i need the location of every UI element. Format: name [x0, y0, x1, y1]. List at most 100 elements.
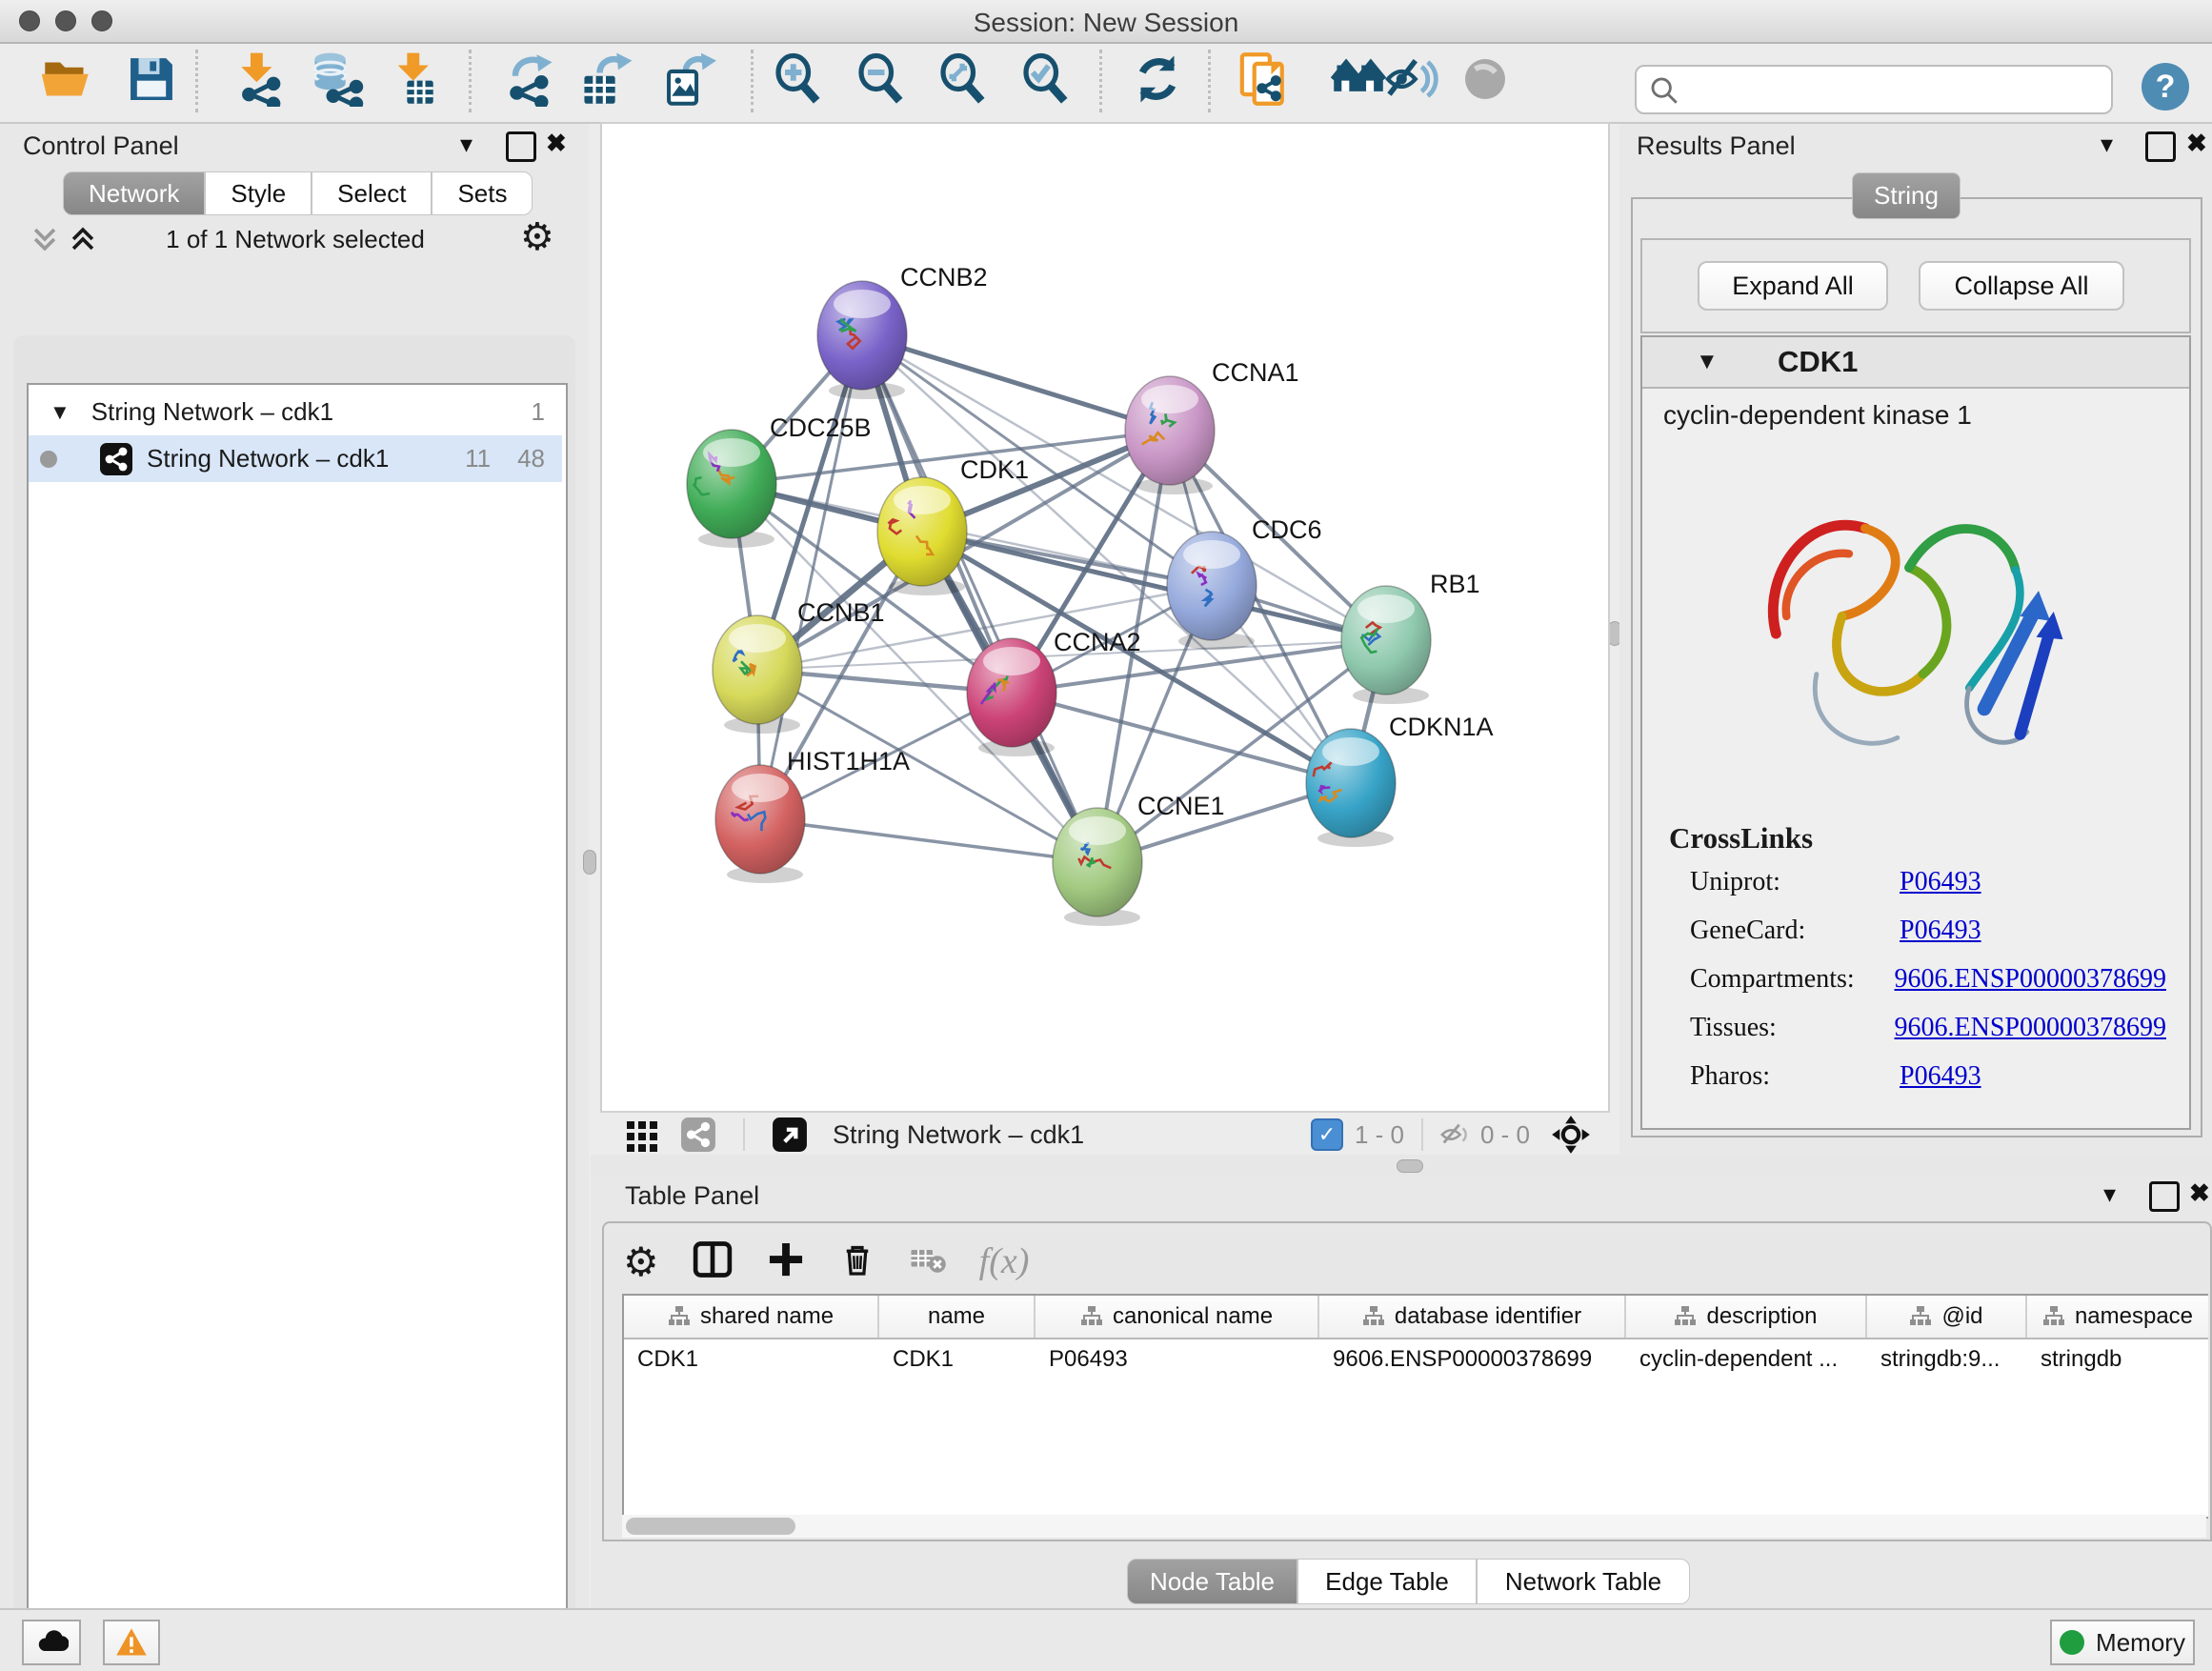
network-node-CCNE1[interactable] — [1053, 808, 1142, 926]
network-node-HIST1H1A[interactable] — [715, 765, 805, 883]
column-header-database-identifier[interactable]: database identifier — [1319, 1296, 1626, 1338]
column-header-canonical-name[interactable]: canonical name — [1036, 1296, 1319, 1338]
open-session-icon[interactable] — [39, 50, 94, 109]
table-cell[interactable]: cyclin-dependent ... — [1626, 1339, 1867, 1379]
save-session-icon[interactable] — [124, 50, 179, 109]
table-panel-close-icon[interactable]: ✖ — [2189, 1178, 2210, 1208]
tab-network[interactable]: Network — [63, 171, 205, 215]
crosslink-link[interactable]: 9606.ENSP00000378699 — [1895, 1013, 2166, 1043]
table-cell[interactable]: P06493 — [1036, 1339, 1319, 1379]
delete-column-icon[interactable] — [838, 1240, 876, 1283]
collection-expand-icon[interactable]: ▼ — [50, 400, 70, 425]
expand-all-networks-icon[interactable] — [67, 223, 99, 260]
table-panel-menu-icon[interactable]: ▾ — [2103, 1179, 2116, 1209]
show-columns-icon[interactable] — [692, 1238, 734, 1285]
help-button[interactable]: ? — [2142, 63, 2189, 111]
left-splitter-handle[interactable] — [583, 850, 596, 875]
export-network-icon[interactable] — [503, 50, 558, 109]
network-node-count: 11 — [465, 444, 491, 473]
expand-all-button[interactable]: Expand All — [1698, 261, 1888, 311]
network-node-CDC25B[interactable] — [687, 430, 776, 548]
zoom-out-icon[interactable] — [854, 50, 909, 109]
column-header-description[interactable]: description — [1626, 1296, 1867, 1338]
gene-collapse-icon[interactable]: ▼ — [1696, 349, 1719, 375]
network-row[interactable]: String Network – cdk1 11 48 — [29, 435, 562, 482]
string-import-icon[interactable] — [1237, 50, 1293, 109]
network-options-gear-icon[interactable]: ⚙ — [520, 215, 554, 259]
network-edge-CCNB2-CCNA1[interactable] — [862, 335, 1170, 431]
refresh-icon[interactable] — [1130, 50, 1185, 109]
gene-details-box: ▼ CDK1 cyclin-dependent kinase 1 Cross — [1640, 335, 2191, 1130]
selected-checkbox-icon[interactable]: ✓ — [1311, 1118, 1343, 1151]
fit-content-crosshair-icon[interactable] — [1551, 1115, 1591, 1155]
grid-view-icon[interactable] — [625, 1117, 659, 1152]
import-network-icon[interactable] — [231, 50, 286, 109]
control-panel-close-icon[interactable]: ✖ — [546, 129, 567, 158]
tab-sets[interactable]: Sets — [432, 171, 533, 215]
tab-edge-table[interactable]: Edge Table — [1297, 1559, 1477, 1604]
network-collection-row[interactable]: ▼ String Network – cdk1 1 — [29, 389, 562, 435]
table-horizontal-scrollbar[interactable] — [622, 1515, 2206, 1538]
column-header-shared-name[interactable]: shared name — [624, 1296, 879, 1338]
control-panel-float-icon[interactable] — [506, 131, 536, 162]
tab-network-table[interactable]: Network Table — [1477, 1559, 1690, 1604]
table-cell[interactable]: stringdb:9... — [1867, 1339, 2027, 1379]
control-panel-menu-icon[interactable]: ▾ — [460, 130, 473, 159]
horizontal-splitter-handle[interactable] — [1397, 1159, 1423, 1173]
results-panel-close-icon[interactable]: ✖ — [2186, 129, 2207, 158]
table-cell[interactable]: 9606.ENSP00000378699 — [1319, 1339, 1626, 1379]
birds-eye-view-icon[interactable] — [1458, 50, 1513, 109]
export-table-icon[interactable] — [578, 50, 633, 109]
table-row[interactable]: CDK1CDK1P064939606.ENSP00000378699cyclin… — [624, 1339, 2208, 1379]
network-canvas[interactable]: CCNB2CCNA1CDC25BCDK1CDC6RB1CCNB1CCNA2CDK… — [602, 124, 1608, 1111]
network-overview-icon[interactable] — [680, 1117, 716, 1153]
crosslink-link[interactable]: P06493 — [1900, 916, 1981, 946]
memory-button[interactable]: Memory — [2050, 1620, 2195, 1665]
string-home-icon[interactable] — [1331, 50, 1386, 109]
column-header-namespace[interactable]: namespace — [2027, 1296, 2208, 1338]
import-table-icon[interactable] — [389, 50, 444, 109]
network-node-CCNA1[interactable] — [1125, 376, 1215, 494]
network-edge-CCNB2-CCNE1[interactable] — [862, 335, 1097, 862]
table-cell[interactable]: CDK1 — [624, 1339, 879, 1379]
tab-style[interactable]: Style — [205, 171, 312, 215]
network-node-RB1[interactable] — [1341, 586, 1431, 704]
tab-node-table[interactable]: Node Table — [1127, 1559, 1297, 1604]
tab-select[interactable]: Select — [312, 171, 432, 215]
gene-header-row[interactable]: ▼ CDK1 — [1642, 337, 2189, 389]
table-cell[interactable]: CDK1 — [879, 1339, 1036, 1379]
table-panel-float-icon[interactable] — [2149, 1181, 2180, 1212]
function-builder-icon: f(x) — [979, 1240, 1030, 1282]
show-hide-graphics-details-icon[interactable] — [1383, 50, 1438, 109]
import-network-from-database-icon[interactable] — [309, 50, 364, 109]
cloud-status-button[interactable] — [22, 1620, 81, 1665]
warning-status-button[interactable] — [103, 1620, 160, 1665]
search-input[interactable] — [1686, 70, 2100, 107]
column-header-name[interactable]: name — [879, 1296, 1036, 1338]
scrollbar-thumb[interactable] — [626, 1518, 795, 1535]
open-in-window-icon[interactable] — [772, 1117, 808, 1153]
zoom-in-icon[interactable] — [771, 50, 826, 109]
table-settings-gear-icon[interactable]: ⚙ — [623, 1238, 659, 1285]
zoom-selected-icon[interactable] — [1018, 50, 1074, 109]
collapse-all-networks-icon[interactable] — [29, 223, 61, 260]
network-edge-HIST1H1A-CCNE1[interactable] — [760, 819, 1097, 862]
tab-string[interactable]: String — [1852, 172, 1961, 219]
network-node-CDK1[interactable] — [877, 477, 967, 595]
network-node-CCNB2[interactable] — [817, 281, 907, 399]
collapse-all-button[interactable]: Collapse All — [1919, 261, 2124, 311]
network-node-CDKN1A[interactable] — [1306, 729, 1396, 847]
add-column-icon[interactable] — [766, 1239, 806, 1284]
results-panel-menu-icon[interactable]: ▾ — [2101, 130, 2113, 159]
column-header-@id[interactable]: @id — [1867, 1296, 2027, 1338]
results-panel-float-icon[interactable] — [2145, 131, 2176, 162]
horizontal-splitter[interactable] — [591, 1155, 2212, 1176]
zoom-fit-icon[interactable] — [935, 50, 991, 109]
crosslink-link[interactable]: P06493 — [1900, 867, 1981, 897]
title-bar: Session: New Session — [0, 0, 2212, 44]
crosslink-link[interactable]: 9606.ENSP00000378699 — [1895, 964, 2166, 995]
crosslink-link[interactable]: P06493 — [1900, 1061, 1981, 1092]
network-node-CCNB1[interactable] — [713, 615, 802, 734]
export-image-icon[interactable] — [661, 50, 716, 109]
table-cell[interactable]: stringdb — [2027, 1339, 2208, 1379]
